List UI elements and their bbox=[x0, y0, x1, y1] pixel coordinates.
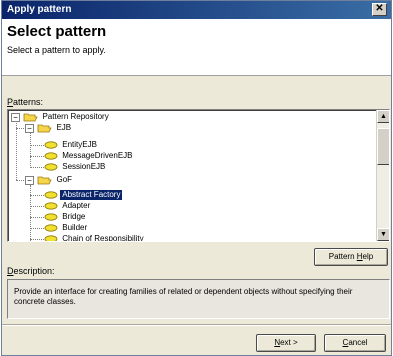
tree-item-abstract-factory[interactable]: Abstract Factory bbox=[44, 189, 124, 201]
tree-line bbox=[30, 206, 44, 207]
pattern-icon bbox=[44, 224, 58, 232]
tree-line bbox=[30, 156, 44, 157]
scroll-up-icon[interactable]: ▲ bbox=[377, 110, 389, 123]
tree-line bbox=[30, 217, 44, 218]
collapse-icon[interactable]: − bbox=[11, 112, 20, 122]
folder-open-icon bbox=[23, 113, 38, 122]
tree-line bbox=[16, 180, 24, 181]
description-text: Provide an interface for creating famili… bbox=[7, 279, 390, 319]
tree-item-adapter[interactable]: Adapter bbox=[44, 201, 92, 211]
pattern-help-button[interactable]: Pattern Help bbox=[314, 248, 388, 266]
tree-item-label: Chain of Responsibility bbox=[62, 234, 144, 242]
pattern-icon bbox=[44, 191, 58, 199]
folder-open-icon bbox=[37, 176, 52, 185]
tree-item-label: EJB bbox=[56, 123, 72, 132]
description-label: Description: bbox=[7, 266, 55, 276]
footer-divider bbox=[2, 324, 391, 326]
tree-item-label: SessionEJB bbox=[62, 162, 106, 171]
scroll-down-icon[interactable]: ▼ bbox=[377, 228, 389, 241]
tree-line bbox=[30, 185, 31, 241]
pattern-icon bbox=[44, 141, 58, 149]
collapse-icon[interactable]: − bbox=[25, 175, 34, 185]
tree-item-gof[interactable]: − GoF bbox=[25, 175, 74, 185]
tree-item-label: Pattern Repository bbox=[42, 112, 109, 121]
tree-item-label: MessageDrivenEJB bbox=[62, 151, 133, 160]
patterns-tree[interactable]: − Pattern Repository − EJB EntityEJB Mes… bbox=[7, 109, 390, 242]
pattern-icon bbox=[44, 213, 58, 221]
patterns-label: Patterns: bbox=[7, 97, 44, 107]
tree-item-ejb[interactable]: − EJB bbox=[25, 123, 73, 133]
apply-pattern-dialog: Apply pattern ✕ Select pattern Select a … bbox=[1, 0, 392, 356]
window-title: Apply pattern bbox=[7, 4, 72, 15]
tree-line bbox=[30, 145, 44, 146]
tree-line bbox=[30, 195, 44, 196]
scroll-thumb[interactable] bbox=[377, 128, 389, 165]
tree-line bbox=[30, 239, 44, 240]
tree-item-label: Bridge bbox=[62, 212, 86, 221]
tree-item-pattern-repository[interactable]: − Pattern Repository bbox=[11, 112, 111, 122]
next-button[interactable]: Next > bbox=[256, 334, 316, 352]
page-title: Select pattern bbox=[7, 23, 107, 40]
pattern-icon bbox=[44, 163, 58, 171]
folder-open-icon bbox=[37, 124, 52, 133]
pattern-icon bbox=[44, 235, 58, 241]
tree-item-entityejb[interactable]: EntityEJB bbox=[44, 140, 99, 150]
pattern-icon bbox=[44, 202, 58, 210]
title-bar[interactable]: Apply pattern ✕ bbox=[2, 1, 391, 19]
tree-item-bridge[interactable]: Bridge bbox=[44, 212, 87, 222]
tree-item-sessionejb[interactable]: SessionEJB bbox=[44, 162, 107, 172]
tree-item-label: Abstract Factory bbox=[59, 189, 124, 201]
tree-item-label: Adapter bbox=[62, 201, 91, 210]
page-subtitle: Select a pattern to apply. bbox=[7, 45, 106, 55]
tree-line bbox=[30, 133, 31, 168]
close-icon[interactable]: ✕ bbox=[372, 3, 387, 16]
tree-item-chain-of-responsibility[interactable]: Chain of Responsibility bbox=[44, 234, 146, 242]
wizard-header: Select pattern Select a pattern to apply… bbox=[2, 19, 391, 76]
tree-item-label: GoF bbox=[56, 175, 73, 184]
tree-item-messagedrivenejb[interactable]: MessageDrivenEJB bbox=[44, 151, 134, 161]
tree-line bbox=[30, 228, 44, 229]
tree-item-label: EntityEJB bbox=[62, 140, 97, 149]
pattern-icon bbox=[44, 152, 58, 160]
collapse-icon[interactable]: − bbox=[25, 123, 34, 133]
cancel-button[interactable]: Cancel bbox=[324, 334, 386, 352]
tree-item-label: Builder bbox=[62, 223, 88, 232]
tree-line bbox=[16, 128, 24, 129]
tree-scrollbar[interactable]: ▲ ▼ bbox=[376, 110, 389, 241]
tree-line bbox=[30, 167, 44, 168]
tree-item-builder[interactable]: Builder bbox=[44, 223, 89, 233]
